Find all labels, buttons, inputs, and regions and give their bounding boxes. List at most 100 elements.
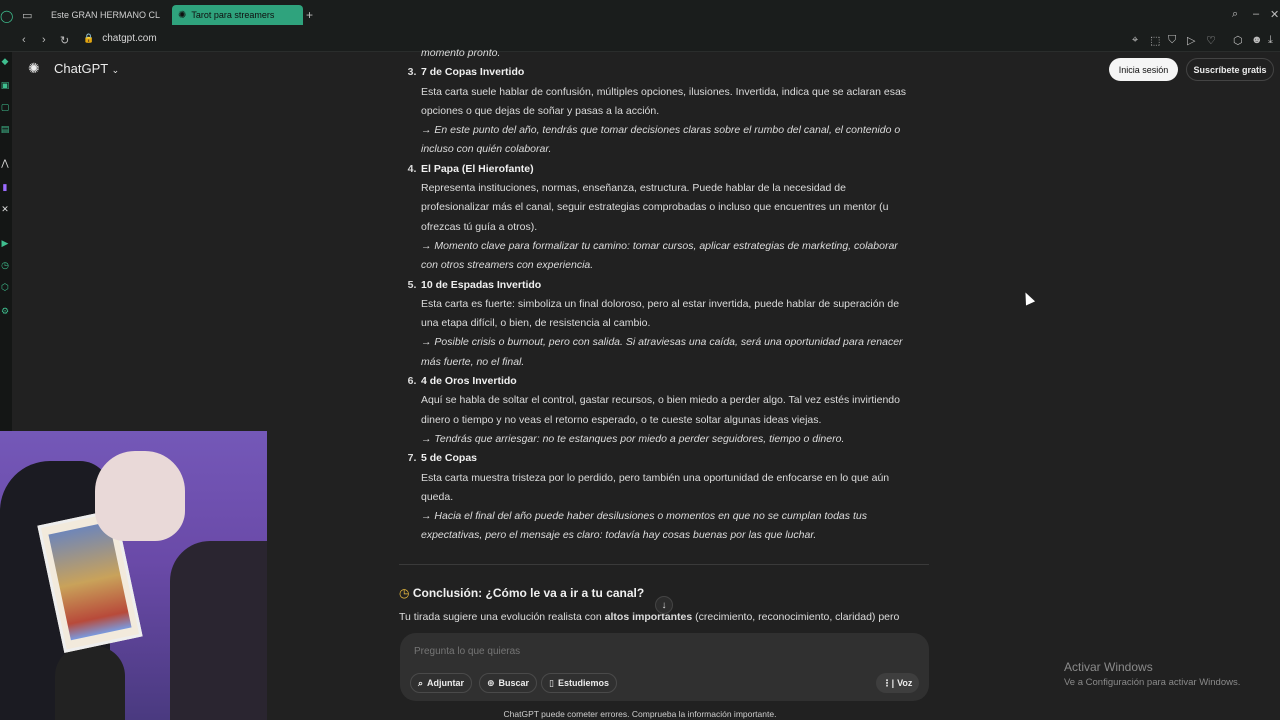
search-icon[interactable]: ⌕	[1232, 8, 1238, 21]
assistant-message: momento pronto. 3. 7 de Copas Invertido Est…	[399, 44, 929, 546]
opera-logo-icon[interactable]: ◯	[0, 9, 13, 23]
paperclip-icon: ⌕	[418, 677, 424, 688]
list-item-note: más fuerte, no el final.	[421, 355, 525, 368]
sidebar-vk-icon[interactable]: ⋀	[0, 158, 10, 168]
list-item-title: 10 de Espadas Invertido	[421, 278, 542, 291]
list-item-text: Aquí se habla de soltar el control, gast…	[421, 394, 900, 407]
sidebar-messenger-icon[interactable]: ▤	[0, 124, 10, 134]
scroll-to-bottom-button[interactable]: ↓	[655, 596, 673, 614]
list-item-note: → Hacia el final del año puede haber des…	[421, 510, 867, 523]
voice-button[interactable]: ⋮| Voz	[876, 673, 919, 693]
list-item-note: → Momento clave para formalizar tu camin…	[421, 239, 898, 252]
list-item-title: 4 de Oros Invertido	[421, 375, 517, 388]
mouse-cursor-icon	[1020, 290, 1036, 306]
list-item-text: una etapa difícil, o bien, de resistenci…	[421, 317, 651, 330]
new-tab-icon[interactable]: +	[306, 8, 313, 22]
webcam-overlay	[0, 431, 267, 720]
share-icon[interactable]: ▷	[1187, 34, 1195, 47]
voice-label: Voz	[897, 678, 913, 688]
lead-line: momento pronto.	[421, 47, 501, 59]
close-window-icon[interactable]: ✕	[1270, 8, 1279, 21]
reload-icon[interactable]: ↻	[60, 34, 69, 47]
list-item-title: 5 de Copas	[421, 452, 478, 465]
tab-youtube[interactable]: Este GRAN HERMANO CL	[40, 5, 165, 25]
webcam-microphone	[55, 646, 125, 720]
tab-overview-icon[interactable]: ▭	[22, 9, 32, 22]
book-icon: ▯	[549, 677, 554, 688]
list-item-text: Esta carta suele hablar de confusión, mú…	[421, 85, 907, 98]
snapshot-icon[interactable]: ⬚	[1150, 34, 1160, 47]
list-item-number: 3.	[407, 66, 417, 79]
list-item-text: dinero o tiempo y no veas el retorno esp…	[421, 413, 822, 426]
conclusion-heading: ◷ Conclusión: ¿Cómo le va a ir a tu cana…	[399, 586, 644, 600]
study-label: Estudiemos	[557, 678, 609, 688]
url-text: chatgpt.com	[102, 33, 157, 44]
tab-chatgpt[interactable]: ✺ Tarot para streamers	[172, 5, 303, 25]
attach-button[interactable]: ⌕ Adjuntar	[410, 673, 473, 693]
webcam-person-hand	[95, 451, 185, 541]
list-item-note: → En este punto del año, tendrás que tom…	[421, 124, 901, 137]
sidebar-ai-icon[interactable]: ◆	[0, 56, 10, 66]
url-field[interactable]: 🔒 chatgpt.com	[83, 33, 157, 44]
model-selector[interactable]: ChatGPT ⌄	[54, 61, 119, 76]
clock-icon: ◷	[399, 586, 410, 600]
list-item-title: El Papa (El Hierofante)	[421, 162, 534, 175]
sidebar-shop-icon[interactable]: ▣	[0, 80, 10, 90]
tab-chatgpt-label: Tarot para streamers	[191, 10, 275, 20]
list-item-text: opciones o que dejas de soñar y pasas a …	[421, 104, 660, 117]
list-item-heading: 3. 7 de Copas Invertido	[399, 63, 929, 82]
back-icon[interactable]: ‹	[22, 34, 26, 46]
heart-icon[interactable]: ♡	[1206, 34, 1216, 47]
profile-icon[interactable]: ☻	[1251, 34, 1263, 46]
list-item-note: incluso con quién colaborar.	[421, 143, 552, 156]
list-item-text: profesionalizar más el canal, seguir est…	[421, 201, 889, 214]
minimize-icon[interactable]: –	[1253, 8, 1259, 20]
webcam-person-arm	[170, 541, 267, 720]
chevron-down-icon: ⌄	[111, 65, 120, 75]
attach-label: Adjuntar	[427, 678, 465, 688]
conclusion-title: Conclusión: ¿Cómo le va a ir a tu canal?	[412, 586, 645, 600]
globe-icon: ⊕	[487, 677, 495, 688]
study-button[interactable]: ▯ Estudiemos	[541, 673, 617, 693]
chatgpt-logo-icon[interactable]: ✺	[28, 61, 43, 76]
login-button[interactable]: Inicia sesión	[1109, 58, 1178, 81]
list-item-number: 7.	[407, 452, 417, 465]
list-item-text: Representa instituciones, normas, enseña…	[421, 182, 846, 195]
list-item-title: 7 de Copas Invertido	[421, 66, 525, 79]
conclusion-text: Tu tirada sugiere una evolución realista…	[399, 611, 899, 623]
forward-icon[interactable]: ›	[42, 34, 46, 46]
download-icon[interactable]: ⤓	[1268, 34, 1273, 47]
sidebar-twitch-icon[interactable]: ▮	[0, 182, 10, 192]
list-item-heading: 6. 4 de Oros Invertido	[399, 372, 929, 391]
sidebar-whatsapp-icon[interactable]: ▢	[0, 102, 10, 112]
prompt-input[interactable]	[414, 646, 894, 657]
list-item-number: 5.	[407, 278, 417, 291]
windows-activation-subtitle: Ve a Configuración para activar Windows.	[1064, 677, 1241, 688]
list-item-heading: 7. 5 de Copas	[399, 449, 929, 468]
sidebar-history-icon[interactable]: ◷	[0, 260, 10, 270]
browser-tab-bar: ◯ ▭ Este GRAN HERMANO CL ✺ Tarot para st…	[0, 0, 1280, 30]
sidebar-settings-icon[interactable]: ⚙	[0, 306, 10, 316]
search-label: Buscar	[498, 678, 530, 688]
search-button[interactable]: ⊕ Buscar	[479, 673, 538, 693]
pin-icon[interactable]: ⌖	[1132, 34, 1138, 47]
tab-youtube-label: Este GRAN HERMANO CL	[51, 10, 161, 20]
subscribe-button[interactable]: Suscríbete gratis	[1186, 58, 1274, 81]
extensions-icon[interactable]: ⬡	[1233, 34, 1243, 47]
sidebar-player-icon[interactable]: ▶	[0, 238, 10, 248]
list-item-note: → Posible crisis o burnout, pero con sal…	[421, 336, 903, 349]
list-item-heading: 5. 10 de Espadas Invertido	[399, 276, 929, 295]
list-item-text: ofrezcas tú guía a otros).	[421, 220, 538, 233]
divider	[399, 564, 929, 565]
list-item-number: 4.	[407, 162, 417, 175]
list-item-number: 6.	[407, 375, 417, 388]
conclusion-bold: altos importantes	[604, 611, 693, 623]
sidebar-extensions-icon[interactable]: ⬡	[0, 282, 10, 292]
browser-sidebar: ◆ ▣ ▢ ▤ ⋀ ▮ ✕ ▶ ◷ ⬡ ⚙	[0, 52, 12, 432]
list-item-note: → Tendrás que arriesgar: no te estanques…	[421, 432, 845, 445]
shield-icon[interactable]: ⛉	[1168, 34, 1176, 47]
sidebar-x-icon[interactable]: ✕	[0, 204, 10, 214]
composer: ⌕ Adjuntar ⊕ Buscar ▯ Estudiemos ⋮| Voz	[400, 633, 929, 701]
windows-activation-title: Activar Windows	[1064, 660, 1153, 674]
list-item-note: expectativas, pero el mensaje es claro: …	[421, 529, 817, 542]
